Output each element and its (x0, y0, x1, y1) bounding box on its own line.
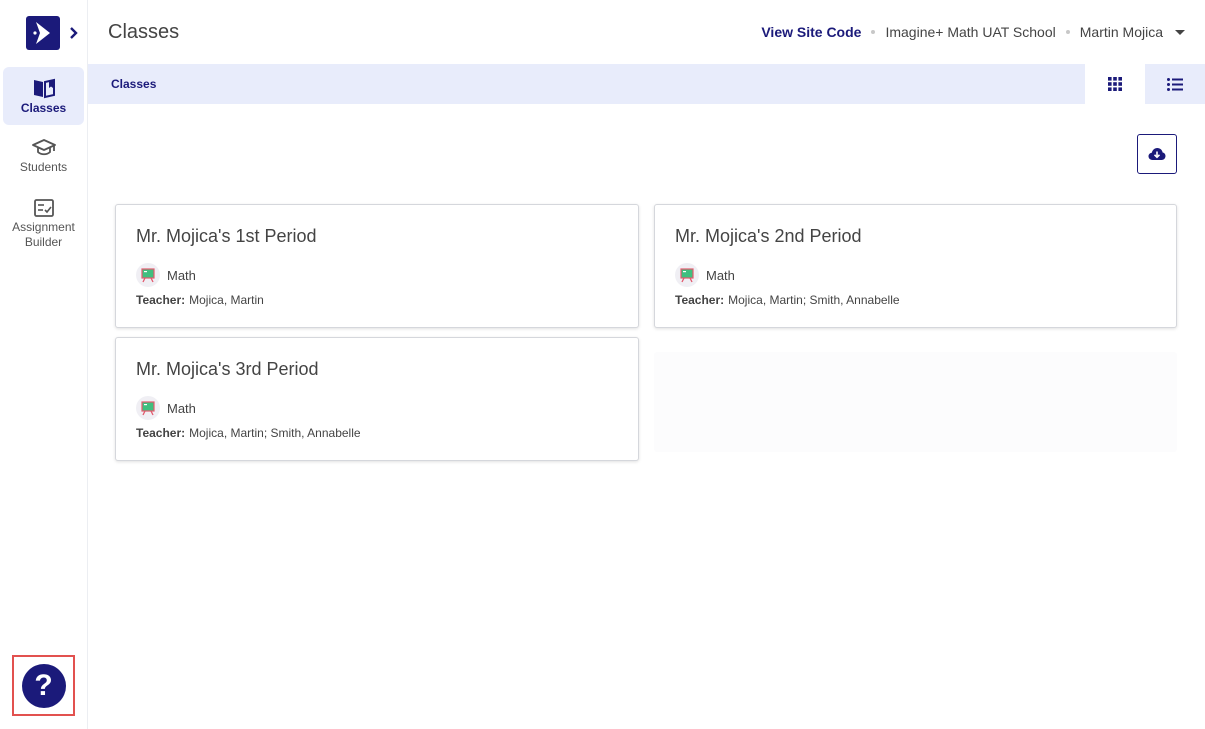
subject-row: Math (136, 396, 618, 420)
subject-row: Math (675, 263, 1156, 287)
help-highlight: ? (12, 655, 75, 716)
book-open-icon (33, 78, 55, 99)
teacher-names: Mojica, Martin; Smith, Annabelle (189, 426, 361, 440)
checklist-icon (33, 199, 54, 217)
breadcrumb: Classes (88, 64, 1085, 104)
class-card-2nd-period[interactable]: Mr. Mojica's 2nd Period Math Teacher: Moj… (654, 204, 1177, 328)
teacher-row: Teacher: Mojica, Martin (136, 293, 618, 307)
separator-dot (871, 30, 876, 34)
view-site-code-link[interactable]: View Site Code (761, 24, 861, 40)
separator-dot (1065, 30, 1070, 34)
class-card-1st-period[interactable]: Mr. Mojica's 1st Period Math Teacher: Moj… (115, 204, 639, 328)
sidebar-item-label: Students (19, 160, 68, 174)
teacher-row: Teacher: Mojica, Martin; Smith, Annabelle (675, 293, 1156, 307)
cloud-download-icon (1148, 148, 1166, 160)
user-menu-caret-icon[interactable] (1175, 29, 1185, 35)
subject-name: Math (706, 267, 735, 283)
user-name[interactable]: Martin Mojica (1080, 24, 1163, 40)
header-user-area: View Site Code Imagine+ Math UAT School … (761, 22, 1185, 42)
graduation-cap-icon (31, 139, 56, 156)
sidebar-item-students[interactable]: Students (3, 130, 84, 184)
class-card-3rd-period[interactable]: Mr. Mojica's 3rd Period Math Teacher: Moj… (115, 337, 639, 461)
grid-icon (1108, 77, 1122, 91)
chalkboard-icon (136, 396, 160, 420)
download-button[interactable] (1137, 134, 1177, 174)
side-rail: Classes Students Assignment Builder ? (0, 0, 88, 729)
chalkboard-icon (675, 263, 699, 287)
empty-card-placeholder (654, 352, 1177, 452)
teacher-names: Mojica, Martin; Smith, Annabelle (728, 293, 900, 307)
list-icon (1167, 77, 1183, 91)
help-icon: ? (34, 668, 53, 702)
page-title: Classes (108, 21, 180, 43)
subject-name: Math (167, 400, 196, 416)
class-name[interactable]: Mr. Mojica's 2nd Period (675, 225, 1156, 247)
logo-area (26, 16, 86, 50)
teacher-row: Teacher: Mojica, Martin; Smith, Annabelle (136, 426, 618, 440)
teacher-names: Mojica, Martin (189, 293, 264, 307)
grid-view-button[interactable] (1085, 64, 1145, 104)
chalkboard-icon (136, 263, 160, 287)
teacher-label: Teacher: (675, 293, 725, 307)
sidebar-item-label: Classes (20, 101, 67, 115)
class-name[interactable]: Mr. Mojica's 1st Period (136, 225, 618, 247)
teacher-label: Teacher: (136, 426, 186, 440)
subject-name: Math (167, 267, 196, 283)
app-logo[interactable] (26, 16, 60, 50)
sidebar-item-assignment-builder[interactable]: Assignment Builder (3, 190, 84, 260)
list-view-button[interactable] (1145, 64, 1205, 104)
teacher-label: Teacher: (136, 293, 186, 307)
help-button[interactable]: ? (21, 663, 66, 708)
subject-row: Math (136, 263, 618, 287)
sidebar-item-label: Assignment Builder (12, 220, 75, 249)
school-name: Imagine+ Math UAT School (885, 24, 1056, 40)
breadcrumb-item-classes[interactable]: Classes (111, 77, 156, 91)
expand-chevron-icon[interactable] (68, 26, 80, 40)
logo-arrow-icon (32, 22, 50, 44)
sidebar-item-classes[interactable]: Classes (3, 67, 84, 125)
class-name[interactable]: Mr. Mojica's 3rd Period (136, 358, 618, 380)
